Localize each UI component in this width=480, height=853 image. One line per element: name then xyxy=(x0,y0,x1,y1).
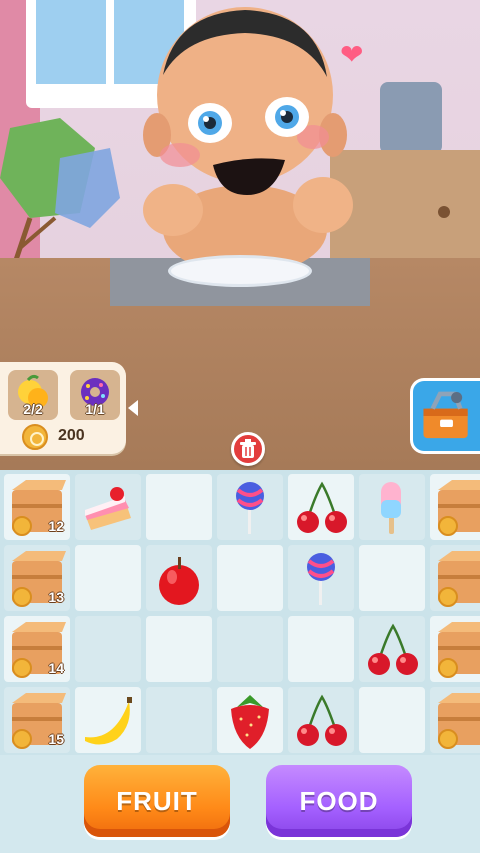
grid-cell[interactable] xyxy=(75,474,141,540)
food-slot[interactable]: 1/1 xyxy=(70,370,120,420)
grid-cell[interactable]: 15 xyxy=(430,545,480,611)
grid-cell[interactable] xyxy=(217,687,283,753)
grid-cell[interactable] xyxy=(217,474,283,540)
crate-icon xyxy=(438,480,480,536)
grid-cell[interactable] xyxy=(146,545,212,611)
grid-cell[interactable] xyxy=(146,687,212,753)
grid-cell[interactable] xyxy=(359,545,425,611)
grid-cell[interactable] xyxy=(288,474,354,540)
grid-cell[interactable]: 20 xyxy=(430,616,480,682)
baby-character[interactable] xyxy=(135,5,355,267)
apple-icon xyxy=(159,557,199,605)
tree-icon xyxy=(0,118,120,278)
collapse-arrow-icon[interactable] xyxy=(128,400,138,416)
grid-cell[interactable] xyxy=(359,474,425,540)
toolbox-button[interactable] xyxy=(410,378,480,454)
grid-cell[interactable] xyxy=(288,687,354,753)
cherries-icon xyxy=(297,694,347,746)
grid-cell[interactable] xyxy=(146,616,212,682)
grid-cell[interactable] xyxy=(75,545,141,611)
cake-slice-icon xyxy=(85,487,131,530)
merge-board: 1216131514201523 xyxy=(0,470,480,755)
crate-icon xyxy=(438,551,480,607)
crate-level: 14 xyxy=(48,660,64,676)
grid-cell[interactable] xyxy=(359,616,425,682)
grid-cell[interactable] xyxy=(217,616,283,682)
food-count: 1/1 xyxy=(85,401,105,417)
toy-box xyxy=(380,82,442,154)
grid-cell[interactable]: 23 xyxy=(430,687,480,753)
trash-icon xyxy=(240,439,256,458)
grid-cell[interactable] xyxy=(75,616,141,682)
crate-level: 15 xyxy=(48,731,64,747)
crate-icon xyxy=(438,622,480,678)
fruit-count: 2/2 xyxy=(23,401,43,417)
lollipop-icon xyxy=(307,553,335,605)
banana-icon xyxy=(85,697,132,745)
grid-cell[interactable]: 13 xyxy=(4,545,70,611)
cherries-icon xyxy=(368,623,418,675)
coin-balance: 200 xyxy=(58,427,85,444)
crate-level: 12 xyxy=(48,518,64,534)
cherries-icon xyxy=(297,481,347,533)
grid-cell[interactable] xyxy=(359,687,425,753)
toolbox-icon xyxy=(423,391,468,439)
grid-cell[interactable]: 12 xyxy=(4,474,70,540)
grid-cell[interactable] xyxy=(288,545,354,611)
popsicle-icon xyxy=(381,482,401,534)
grid-cell[interactable]: 14 xyxy=(4,616,70,682)
grid-cell[interactable] xyxy=(75,687,141,753)
crate-icon xyxy=(438,693,480,749)
strawberry-icon xyxy=(231,695,269,749)
fruit-button[interactable]: FRUIT xyxy=(84,765,230,837)
crate-level: 13 xyxy=(48,589,64,605)
lollipop-icon xyxy=(236,482,264,534)
grid-cell[interactable] xyxy=(217,545,283,611)
empty-plate xyxy=(168,255,312,287)
food-button[interactable]: FOOD xyxy=(266,765,412,837)
grid-cell[interactable]: 16 xyxy=(430,474,480,540)
coin-icon xyxy=(22,424,48,450)
grid-cell[interactable] xyxy=(288,616,354,682)
trash-button[interactable] xyxy=(231,432,265,466)
grid-cell[interactable] xyxy=(146,474,212,540)
fruit-slot[interactable]: 2/2 xyxy=(8,370,58,420)
grid-cell[interactable]: 15 xyxy=(4,687,70,753)
